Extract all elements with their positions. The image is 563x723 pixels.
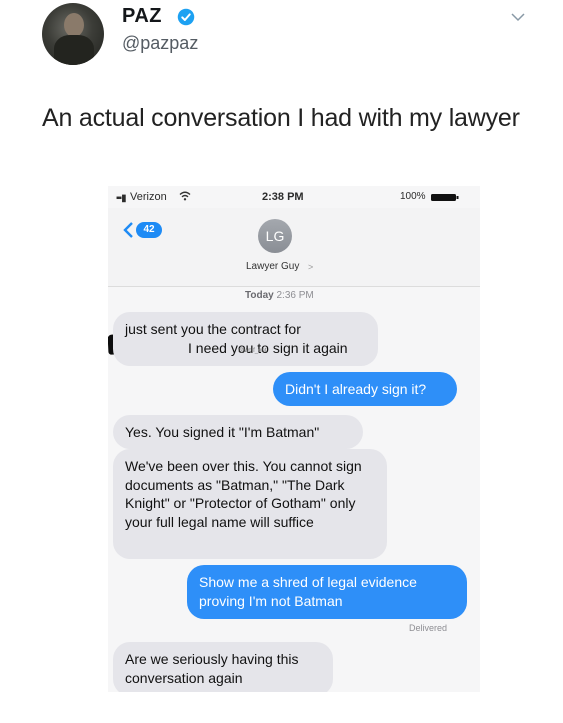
- battery-percent: 100%: [400, 191, 426, 202]
- conversation-nav-bar: 42 LG Lawyer Guy >: [108, 208, 480, 287]
- tweet-header: PAZ @pazpaz: [0, 0, 563, 80]
- tweet-text: An actual conversation I had with my law…: [42, 104, 520, 132]
- message-bubble-incoming[interactable]: just sent you the contract for I need yo…: [113, 312, 378, 366]
- message-bubble-incoming[interactable]: Yes. You signed it "I'm Batman": [113, 415, 363, 449]
- message-bubble-outgoing[interactable]: Didn't I already sign it?: [273, 372, 457, 406]
- watermark-text: @wolf_ent: [238, 348, 267, 354]
- screenshot-image: ▪▪▮ Verizon 2:38 PM 100% 42 LG Lawyer Gu…: [108, 186, 480, 692]
- wifi-icon: [179, 191, 191, 201]
- delivered-label: Delivered: [409, 623, 448, 633]
- timestamp-time: 2:36 PM: [276, 290, 314, 301]
- status-time: 2:38 PM: [262, 191, 304, 203]
- carrier: Verizon: [130, 191, 167, 203]
- message-text: We've been over this. You cannot sign do…: [125, 458, 362, 530]
- avatar-body: [54, 35, 94, 65]
- message-text: Show me a shred of legal evidence provin…: [199, 574, 417, 609]
- contact-name[interactable]: Lawyer Guy: [246, 261, 299, 272]
- timestamp-day: Today: [245, 290, 274, 301]
- battery-icon: [431, 194, 459, 201]
- message-bubble-incoming[interactable]: We've been over this. You cannot sign do…: [113, 449, 387, 559]
- message-text: Yes. You signed it "I'm Batman": [125, 424, 320, 440]
- avatar[interactable]: [42, 3, 104, 65]
- unread-count-badge[interactable]: 42: [136, 222, 162, 238]
- signal-icon: ▪▪▮: [116, 193, 127, 204]
- message-timestamp: Today 2:36 PM: [245, 290, 314, 301]
- contact-avatar[interactable]: LG: [258, 219, 292, 253]
- back-chevron-icon[interactable]: [122, 222, 134, 238]
- verified-icon: [177, 8, 195, 26]
- message-bubble-outgoing[interactable]: Show me a shred of legal evidence provin…: [187, 565, 467, 619]
- message-line: just sent you the contract for: [125, 321, 301, 337]
- display-name[interactable]: PAZ: [122, 5, 162, 28]
- message-text: Are we seriously having this conversatio…: [125, 651, 299, 686]
- message-bubble-incoming[interactable]: Are we seriously having this conversatio…: [113, 642, 333, 692]
- contact-chevron-icon[interactable]: >: [308, 262, 313, 272]
- message-text: Didn't I already sign it?: [285, 381, 427, 397]
- status-bar: ▪▪▮ Verizon 2:38 PM 100%: [108, 186, 480, 208]
- chevron-down-icon[interactable]: [510, 9, 526, 25]
- avatar-head: [64, 13, 84, 37]
- handle[interactable]: @pazpaz: [122, 33, 198, 54]
